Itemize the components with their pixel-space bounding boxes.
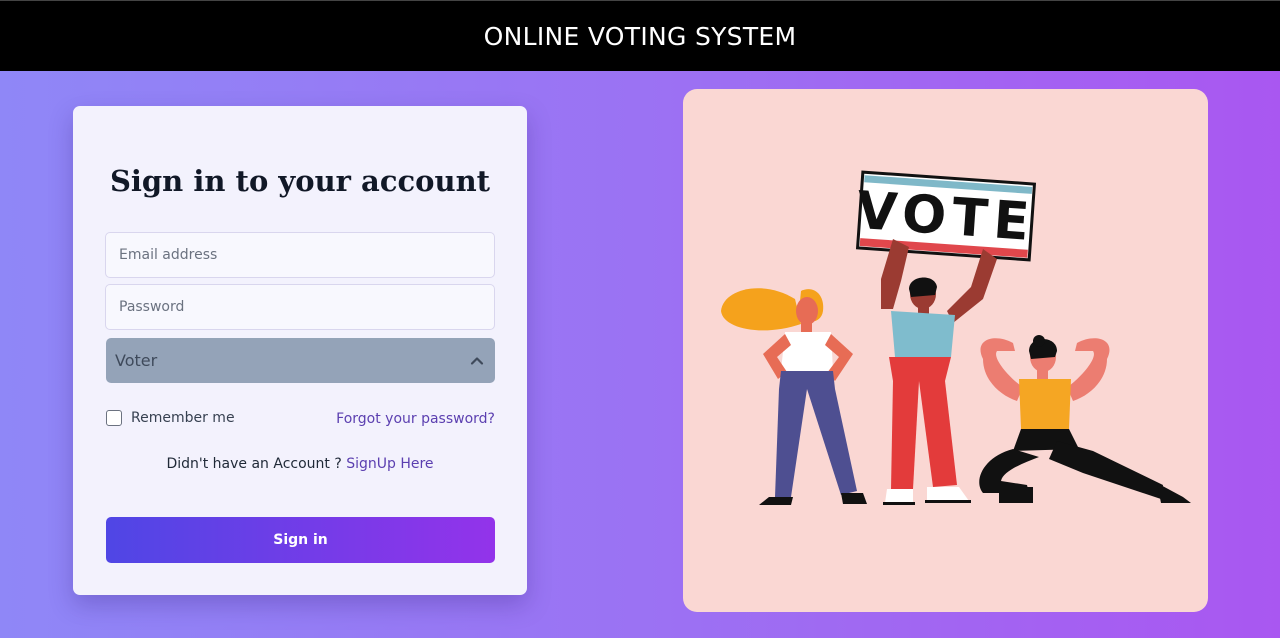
role-select-value: Voter [115,351,158,370]
signup-link[interactable]: SignUp Here [346,456,433,472]
remember-me-label: Remember me [131,410,235,426]
password-field[interactable] [105,284,495,330]
app-title: ONLINE VOTING SYSTEM [483,21,797,51]
voting-illustration: VOTE [683,89,1208,612]
voting-illustration-art: VOTE [721,170,1191,505]
signup-row: Didn't have an Account ? SignUp Here [73,456,527,472]
login-card: Sign in to your account Voter Remember m… [73,106,527,595]
vote-sign: VOTE [855,170,1037,262]
signup-prompt: Didn't have an Account ? [166,456,347,472]
woman-left-figure [721,288,867,505]
remember-me: Remember me [106,410,235,426]
top-bar: ONLINE VOTING SYSTEM [0,0,1280,71]
forgot-password-link[interactable]: Forgot your password? [336,411,495,427]
email-field[interactable] [105,232,495,278]
remember-me-checkbox[interactable] [106,410,122,426]
sign-in-button[interactable]: Sign in [106,517,495,563]
chevron-up-icon [470,356,484,365]
vote-sign-text: VOTE [855,181,1037,253]
man-center-figure [881,239,997,505]
login-title: Sign in to your account [109,164,491,198]
woman-right-figure [979,335,1191,503]
role-select[interactable]: Voter [106,338,495,383]
